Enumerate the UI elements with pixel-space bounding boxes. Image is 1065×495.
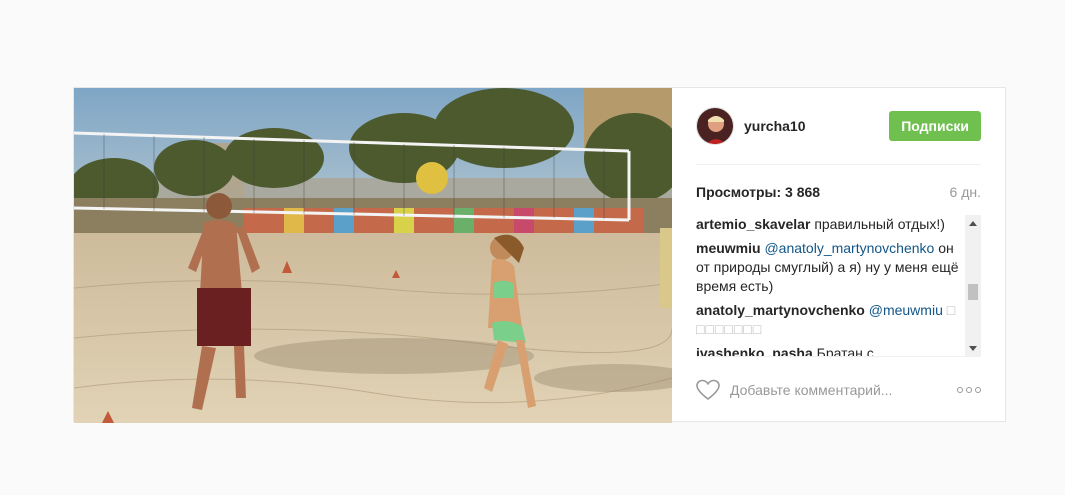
scroll-down-icon[interactable] <box>969 346 977 351</box>
post-stats: Просмотры: 3 868 6 дн. <box>696 184 981 200</box>
post-card: yurcha10 Подписки Просмотры: 3 868 6 дн.… <box>73 87 1006 423</box>
add-comment-bar <box>696 373 981 407</box>
follow-button[interactable]: Подписки <box>889 111 981 141</box>
avatar[interactable] <box>696 107 734 145</box>
comment-mention[interactable]: @anatoly_martynovchenko <box>764 240 934 256</box>
comment-author[interactable]: meuwmiu <box>696 240 761 256</box>
scroll-thumb[interactable] <box>968 284 978 300</box>
comment-text: Братан с <box>816 345 874 357</box>
more-options-icon[interactable] <box>957 387 981 393</box>
comment-author[interactable]: ivashenko_pasha <box>696 345 813 356</box>
views-count: Просмотры: 3 868 <box>696 184 821 200</box>
comment-item: meuwmiu @anatoly_martynovchenko он от пр… <box>696 239 961 296</box>
comment-item: ivashenko_pasha Братан с <box>696 344 961 357</box>
scroll-up-icon[interactable] <box>969 221 977 226</box>
comment-item: anatoly_martynovchenko @meuwmiu □ □□□□□□… <box>696 301 961 339</box>
post-time[interactable]: 6 дн. <box>950 184 981 200</box>
post-header: yurcha10 Подписки <box>696 88 981 165</box>
comment-author[interactable]: anatoly_martynovchenko <box>696 302 865 318</box>
comment-author[interactable]: artemio_skavelar <box>696 216 810 232</box>
heart-icon[interactable] <box>696 379 720 401</box>
comment-item: artemio_skavelar правильный отдых!) <box>696 215 961 234</box>
post-video[interactable] <box>74 88 672 423</box>
username[interactable]: yurcha10 <box>744 118 805 134</box>
post-sidebar: yurcha10 Подписки Просмотры: 3 868 6 дн.… <box>672 88 1005 421</box>
comment-text: правильный отдых!) <box>814 216 945 232</box>
comments-scrollbar[interactable] <box>965 215 981 356</box>
comments-list[interactable]: artemio_skavelar правильный отдых!) meuw… <box>696 215 981 357</box>
comment-mention[interactable]: @meuwmiu <box>869 302 943 318</box>
comment-input[interactable] <box>730 382 957 398</box>
